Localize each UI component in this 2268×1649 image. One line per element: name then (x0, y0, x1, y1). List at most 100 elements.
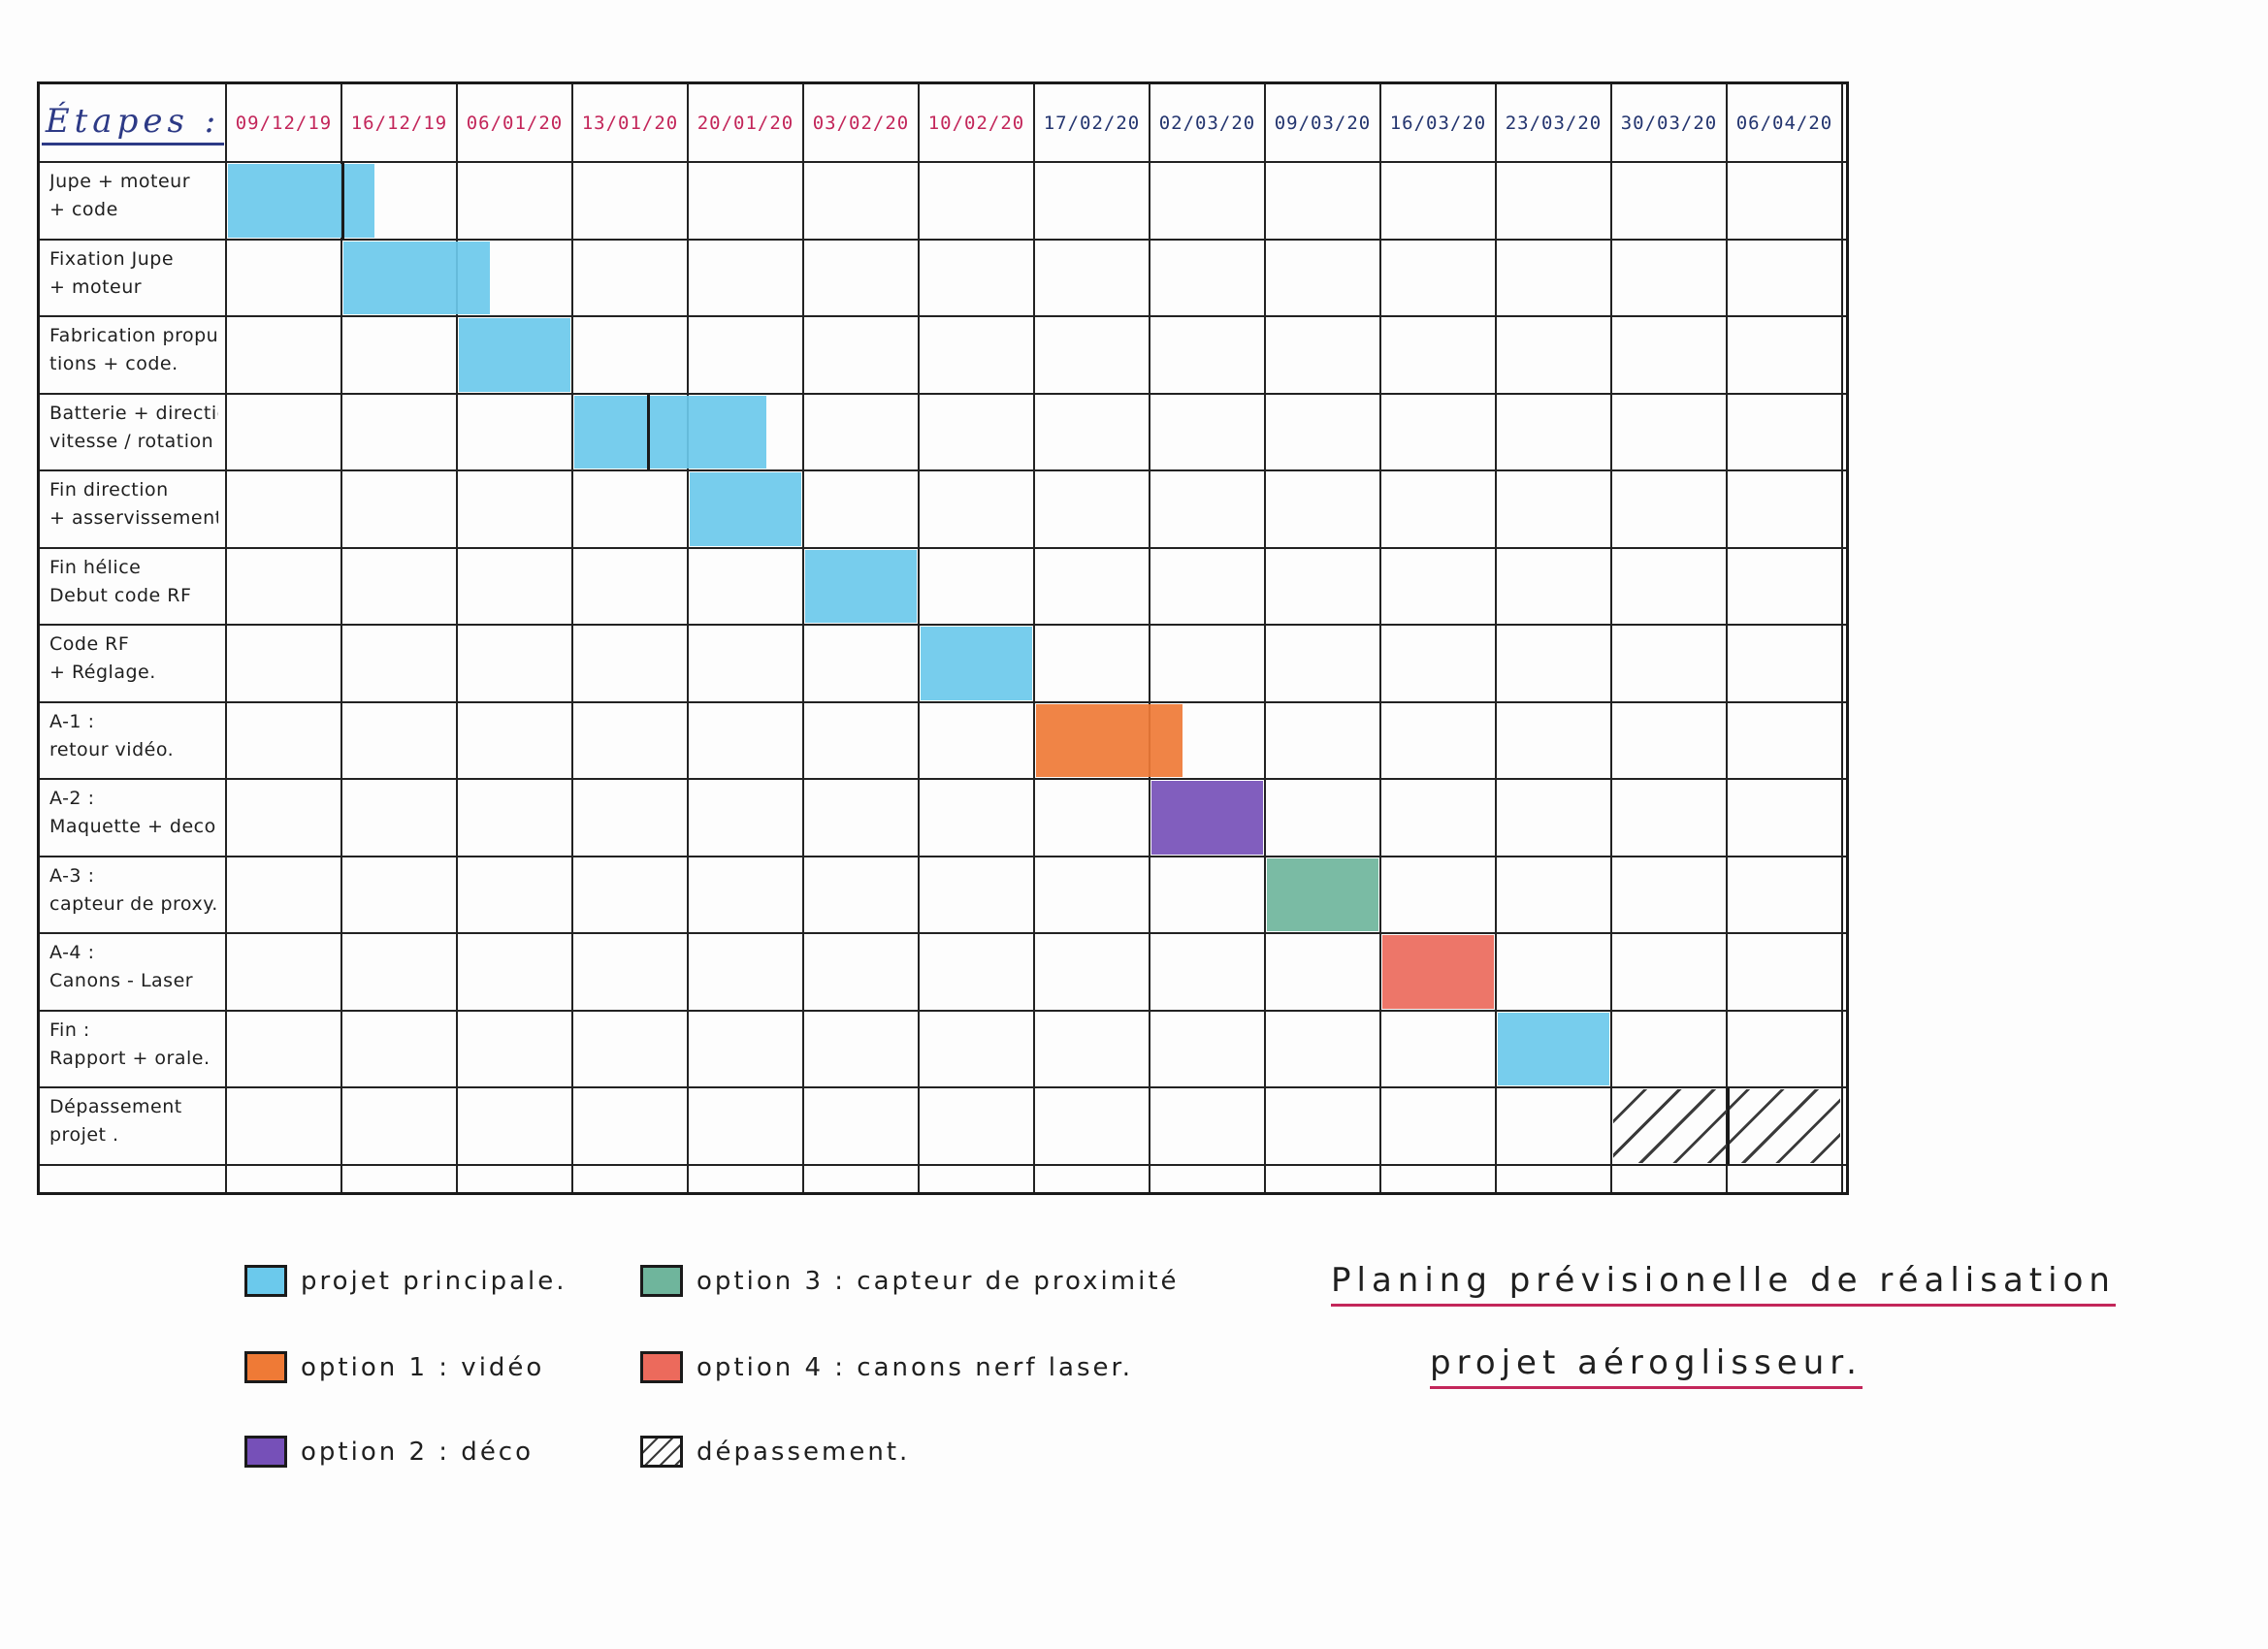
gantt-bar-opt4 (1382, 935, 1494, 1009)
grid-column-line (802, 84, 804, 1192)
step-label-line: Debut code RF (49, 584, 192, 606)
page-title-line-2: projet aéroglisseur. (1430, 1343, 1863, 1389)
grid-row-line (40, 1163, 1846, 1166)
grid-column-line (1264, 84, 1266, 1192)
date-header: 06/01/20 (466, 113, 564, 134)
step-label: A-2 : Maquette + deco (44, 779, 224, 857)
step-label-line: Code RF (49, 633, 130, 655)
date-header: 17/02/20 (1043, 113, 1141, 134)
step-label-line: Canons - Laser (49, 970, 194, 991)
date-header: 02/03/20 (1158, 113, 1256, 134)
swatch-red-icon (640, 1351, 683, 1383)
date-header: 09/03/20 (1274, 113, 1372, 134)
date-header: 16/12/19 (350, 113, 448, 134)
step-label-line: Fin : (49, 1018, 90, 1041)
grid-column-line (1149, 84, 1150, 1192)
grid-column-line (1495, 84, 1497, 1192)
grid-row-line (40, 546, 1846, 549)
step-label-line: + asservissement hélice. (49, 507, 218, 529)
steps-column-header: Étapes : (40, 84, 226, 162)
swatch-purple-icon (244, 1436, 287, 1468)
gantt-bar-opt1 (1036, 703, 1183, 777)
bar-divider (341, 162, 344, 240)
step-label: Fin hélice Debut code RF (44, 548, 224, 626)
step-label-line: Fin direction (49, 479, 169, 501)
gantt-bar-main (690, 472, 801, 546)
page-title-line-1: Planing prévisionelle de réalisation (1331, 1261, 2116, 1307)
step-label: Dépassement projet . (44, 1087, 224, 1165)
legend-item-main: projet principale. (244, 1265, 567, 1297)
grid-column-line (1610, 84, 1612, 1192)
grid-row-line (40, 392, 1846, 395)
step-label-line: tions + code. (49, 353, 178, 374)
legend-label: option 2 : déco (301, 1437, 535, 1467)
legend-label: dépassement. (697, 1437, 911, 1467)
step-label: Fin : Rapport + orale. (44, 1011, 224, 1088)
step-label-line: A-2 : (49, 788, 95, 809)
step-label: Jupe + moteur + code (44, 162, 224, 240)
step-label-line: Fixation Jupe (49, 247, 175, 270)
grid-row-line (40, 315, 1846, 317)
legend-label: option 4 : canons nerf laser. (697, 1352, 1134, 1382)
steps-header-label: Étapes : (41, 102, 225, 146)
step-label-line: + code (49, 199, 118, 220)
step-label-line: A-1 : (49, 710, 95, 732)
grid-column-line (571, 84, 573, 1192)
grid-column-line (1033, 84, 1035, 1192)
step-label-line: + Réglage. (49, 662, 156, 683)
date-header: 16/03/20 (1389, 113, 1487, 134)
grid-row-line (40, 1009, 1846, 1012)
gantt-bar-opt2 (1151, 781, 1263, 855)
step-label-line: projet . (49, 1124, 119, 1146)
grid-column-line (1841, 84, 1843, 1192)
legend-item-option-1: option 1 : vidéo (244, 1351, 544, 1383)
step-label: Fixation Jupe + moteur (44, 240, 224, 317)
step-label-line: A-3 : (49, 864, 95, 887)
step-label-line: A-4 : (49, 942, 95, 963)
gantt-bar-main (1498, 1012, 1609, 1085)
step-label-line: retour vidéo. (49, 738, 175, 760)
bar-divider (1727, 1087, 1730, 1165)
date-header: 13/01/20 (581, 113, 679, 134)
grid-row-line (40, 855, 1846, 857)
step-label-line: Fabrication propul- (49, 325, 218, 346)
grid-row-line (40, 932, 1846, 934)
gantt-bar-main (343, 241, 490, 314)
step-label: Fabrication propul-tions + code. (44, 316, 224, 394)
date-header: 23/03/20 (1505, 113, 1603, 134)
grid-column-line (340, 84, 342, 1192)
step-label-line: Rapport + orale. (49, 1047, 211, 1069)
legend-label: option 3 : capteur de proximité (697, 1266, 1180, 1296)
gantt-bar-main (921, 627, 1032, 700)
legend-item-option-3: option 3 : capteur de proximité (640, 1265, 1180, 1297)
step-label: A-1 : retour vidéo. (44, 702, 224, 780)
step-label-line: Batterie + direction (49, 402, 218, 424)
date-header: 03/02/20 (812, 113, 910, 134)
swatch-hatched-icon (640, 1436, 683, 1468)
grid-row-line (40, 238, 1846, 241)
grid-column-line (1726, 84, 1728, 1192)
step-label-line: capteur de proxy. (49, 892, 218, 915)
step-label-line: Fin hélice (49, 556, 142, 578)
gantt-bar-opt3 (1267, 857, 1378, 931)
step-label: Code RF + Réglage. (44, 625, 224, 702)
step-label: A-4 : Canons - Laser (44, 933, 224, 1011)
grid-row-line (40, 700, 1846, 703)
grid-column-line (225, 84, 227, 1192)
date-header: 10/02/20 (927, 113, 1025, 134)
date-header: 30/03/20 (1620, 113, 1718, 134)
grid-row-line (40, 1086, 1846, 1088)
planning-sheet: Étapes : 09/12/19 16/12/19 06/01/20 13/01/2… (0, 0, 2268, 1649)
grid-column-line (918, 84, 920, 1192)
step-label-line: + moteur (49, 275, 143, 298)
grid-row-line (40, 624, 1846, 626)
grid-row-line (40, 469, 1846, 471)
swatch-cyan-icon (244, 1265, 287, 1297)
date-header: 09/12/19 (235, 113, 333, 134)
step-label: Batterie + direction vitesse / rotation (44, 394, 224, 471)
gantt-bar-main (228, 164, 374, 238)
legend-item-option-2: option 2 : déco (244, 1436, 534, 1468)
date-header: 06/04/20 (1735, 113, 1833, 134)
step-label: A-3 : capteur de proxy. (44, 857, 224, 934)
step-label-line: Dépassement (49, 1096, 182, 1117)
